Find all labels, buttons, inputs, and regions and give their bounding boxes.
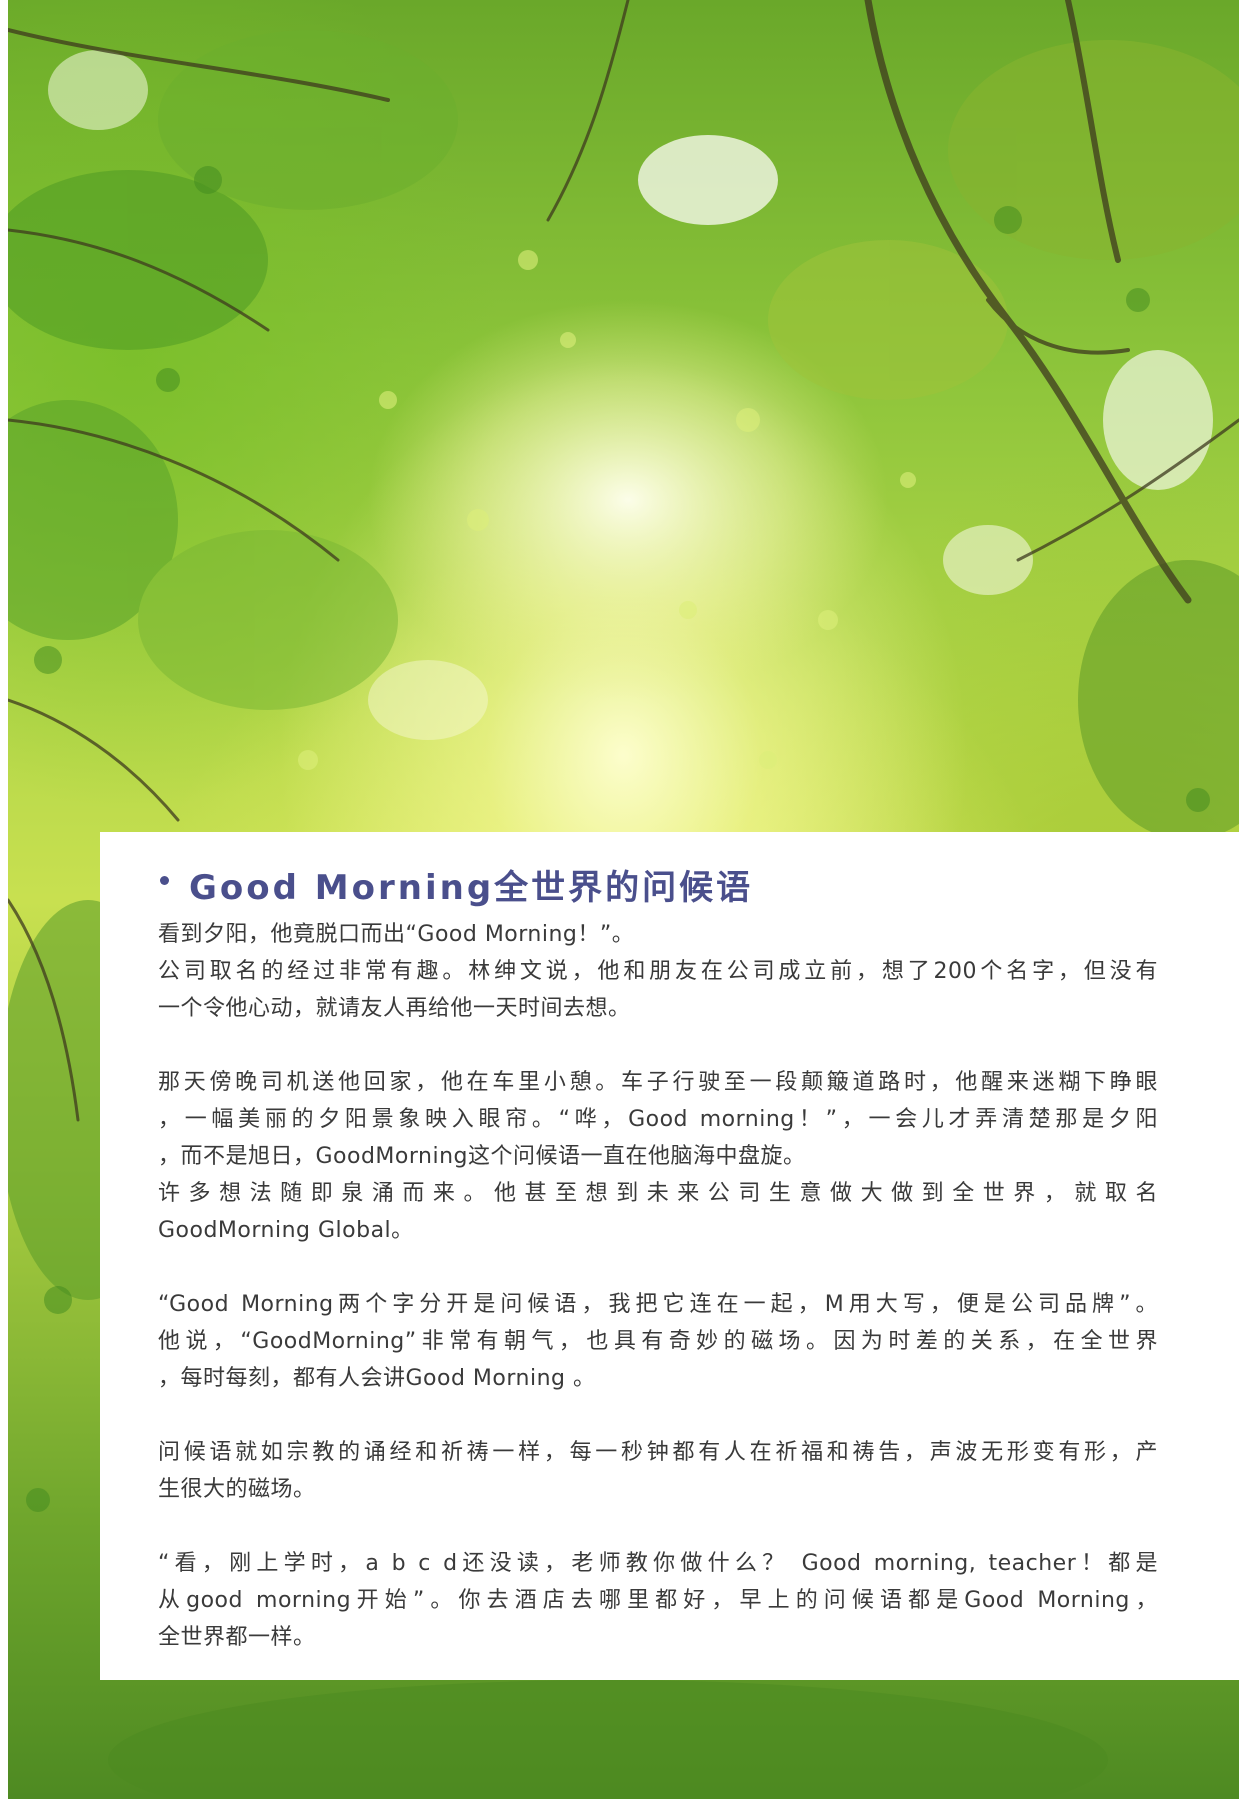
text-line: ，每时每刻，都有人会讲Good Morning 。	[158, 1366, 596, 1391]
article-body: 看到夕阳，他竟脱口而出“Good Morning！”。 公司取名的经过非常有趣。…	[158, 916, 1158, 1693]
paragraph: 那天傍晚司机送他回家，他在车里小憩。车子行驶至一段颠簸道路时，他醒来迷糊下睁眼 …	[158, 1064, 1158, 1249]
text-line: “Good Morning两个字分开是问候语，我把它连在一起，M用大写，便是公司…	[158, 1292, 1158, 1317]
paragraph: 看到夕阳，他竟脱口而出“Good Morning！”。 公司取名的经过非常有趣。…	[158, 916, 1158, 1027]
text-line: 问候语就如宗教的诵经和祈祷一样，每一秒钟都有人在祈福和祷告，声波无形变有形，产	[158, 1440, 1158, 1465]
page-margin	[0, 0, 8, 1799]
paragraph: 问候语就如宗教的诵经和祈祷一样，每一秒钟都有人在祈福和祷告，声波无形变有形，产 …	[158, 1434, 1158, 1508]
text-line: 全世界都一样。	[158, 1625, 316, 1650]
paragraph: “Good Morning两个字分开是问候语，我把它连在一起，M用大写，便是公司…	[158, 1286, 1158, 1397]
text-line: 从good morning开始”。你去酒店去哪里都好，早上的问候语都是Good …	[158, 1588, 1158, 1613]
text-line: “看，刚上学时，a b c d还没读，老师教你做什么？ Good morning…	[158, 1551, 1158, 1576]
text-line: 一个令他心动，就请友人再给他一天时间去想。	[158, 996, 631, 1021]
text-line: 许多想法随即泉涌而来。他甚至想到未来公司生意做大做到全世界，就取名	[158, 1181, 1158, 1206]
text-line: 看到夕阳，他竟脱口而出“Good Morning！”。	[158, 922, 635, 947]
bullet-icon	[160, 876, 169, 885]
text-line: 生很大的磁场。	[158, 1477, 316, 1502]
page: Good Morning全世界的问候语 看到夕阳，他竟脱口而出“Good Mor…	[0, 0, 1239, 1799]
article-card: Good Morning全世界的问候语 看到夕阳，他竟脱口而出“Good Mor…	[100, 832, 1239, 1680]
paragraph: “看，刚上学时，a b c d还没读，老师教你做什么？ Good morning…	[158, 1545, 1158, 1656]
text-line: 那天傍晚司机送他回家，他在车里小憩。车子行驶至一段颠簸道路时，他醒来迷糊下睁眼	[158, 1070, 1158, 1095]
text-line: 他说，“GoodMorning”非常有朝气，也具有奇妙的磁场。因为时差的关系，在…	[158, 1329, 1158, 1354]
text-line: GoodMorning Global。	[158, 1218, 414, 1243]
text-line: ，一幅美丽的夕阳景象映入眼帘。“哗，Good morning！”，一会儿才弄清楚…	[158, 1107, 1158, 1132]
heading-text: Good Morning全世界的问候语	[189, 868, 754, 908]
text-line: 公司取名的经过非常有趣。林绅文说，他和朋友在公司成立前，想了200个名字，但没有	[158, 959, 1158, 984]
article-heading: Good Morning全世界的问候语	[160, 860, 1200, 912]
text-line: ，而不是旭日，GoodMorning这个问候语一直在他脑海中盘旋。	[158, 1144, 806, 1169]
